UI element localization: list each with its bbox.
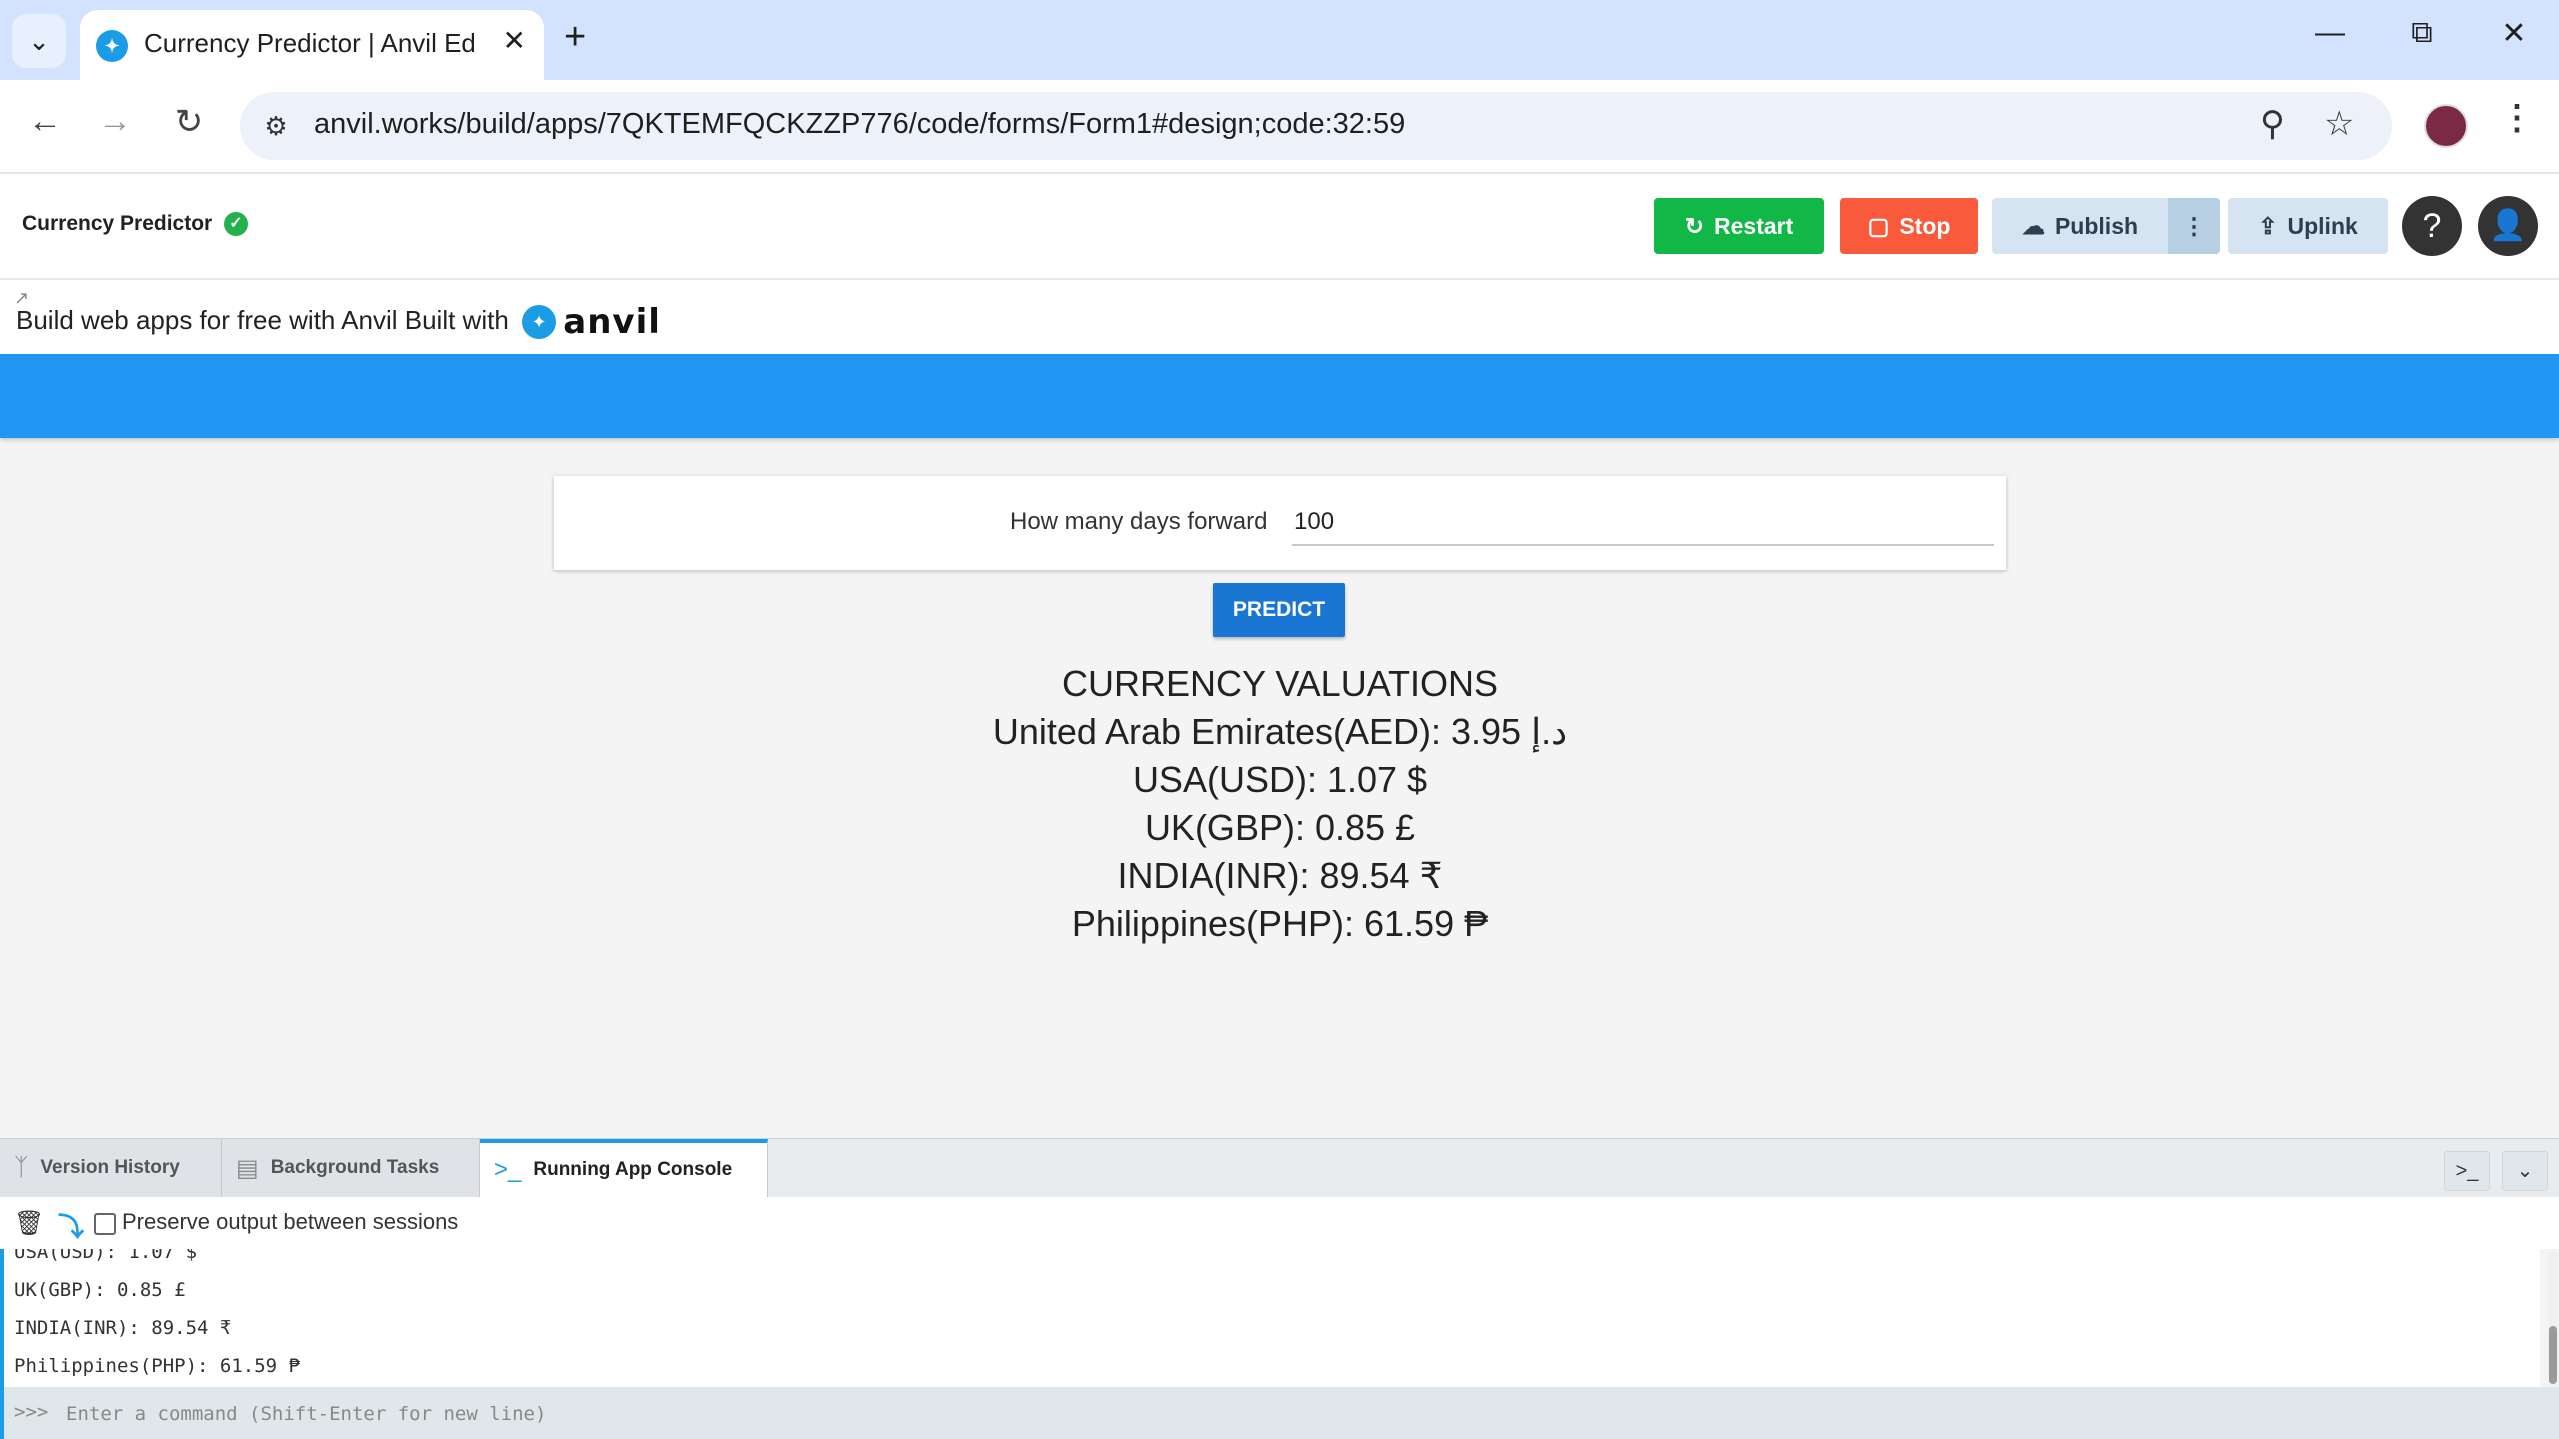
anvil-logo-icon: ✦ bbox=[522, 305, 557, 339]
banner-text: Build web apps for free with Anvil Built… bbox=[16, 304, 509, 335]
close-window-icon[interactable]: ✕ bbox=[2484, 16, 2544, 51]
cloud-upload-icon: ☁ bbox=[2021, 212, 2045, 239]
browser-toolbar: ← → ↻ ⚙ anvil.works/build/apps/7QKTEMFQC… bbox=[0, 80, 2559, 174]
console-prompt: >>> bbox=[14, 1401, 49, 1423]
currency-valuations-output: CURRENCY VALUATIONS United Arab Emirates… bbox=[780, 660, 1780, 948]
preserve-output-label: Preserve output between sessions bbox=[122, 1209, 459, 1234]
browser-tab-strip: ⌄ ✦ Currency Predictor | Anvil Editor ✕ … bbox=[0, 0, 2559, 80]
console-terminal-icon[interactable]: >_ bbox=[2444, 1151, 2490, 1191]
tab-running-app-console[interactable]: >_ Running App Console bbox=[480, 1139, 768, 1197]
banner-text-row[interactable]: Build web apps for free with Anvil Built… bbox=[16, 302, 661, 342]
console-command-input[interactable] bbox=[64, 1395, 2468, 1433]
help-button[interactable]: ? bbox=[2402, 196, 2462, 256]
app-name: Currency Predictor bbox=[22, 212, 213, 235]
tab-label: Running App Console bbox=[533, 1159, 733, 1180]
zoom-magnifier-icon[interactable]: ⚲ bbox=[2260, 104, 2285, 144]
url-text[interactable]: anvil.works/build/apps/7QKTEMFQCKZZP776/… bbox=[314, 108, 1405, 141]
saved-check-icon: ✓ bbox=[224, 212, 248, 236]
tab-background-tasks[interactable]: ▤ Background Tasks bbox=[222, 1139, 480, 1197]
app-navbar bbox=[0, 354, 2559, 438]
profile-avatar[interactable] bbox=[2424, 104, 2468, 148]
bookmark-star-icon[interactable]: ☆ bbox=[2324, 104, 2354, 144]
console-output: USA(USD): 1.07 $ UK(GBP): 0.85 £ INDIA(I… bbox=[0, 1249, 2540, 1387]
terminal-prompt-icon: >_ bbox=[494, 1156, 522, 1183]
server-stack-icon: ▤ bbox=[236, 1154, 259, 1182]
console-line: INDIA(INR): 89.54 ₹ bbox=[14, 1317, 232, 1339]
publish-button[interactable]: ☁ Publish bbox=[1992, 198, 2168, 254]
restart-icon: ↻ bbox=[1684, 212, 1704, 239]
console-line: USA(USD): 1.07 $ bbox=[14, 1249, 198, 1263]
clear-trash-icon[interactable]: 🗑 bbox=[14, 1209, 44, 1238]
tab-close-icon[interactable]: ✕ bbox=[503, 24, 526, 57]
restart-button[interactable]: ↻ Restart bbox=[1654, 198, 1824, 254]
collapse-panel-chevron-icon[interactable]: ⌄ bbox=[2502, 1151, 2548, 1191]
console-command-row: >>> bbox=[0, 1387, 2559, 1439]
tab-search-chevron-icon[interactable]: ⌄ bbox=[12, 14, 66, 68]
anvil-favicon-icon: ✦ bbox=[96, 30, 128, 62]
browser-menu-icon[interactable]: ⋮ bbox=[2500, 98, 2534, 138]
uplink-label: Uplink bbox=[2287, 212, 2358, 239]
anvil-logo-text: anvil bbox=[563, 302, 661, 342]
preserve-output-checkbox[interactable] bbox=[94, 1213, 116, 1235]
anvil-editor-header: Currency Predictor ✓ ↻ Restart ▢ Stop ☁ … bbox=[0, 174, 2559, 280]
user-account-icon[interactable]: 👤 bbox=[2478, 196, 2538, 256]
result-line-gbp: UK(GBP): 0.85 £ bbox=[1144, 807, 1416, 848]
site-info-icon[interactable]: ⚙ bbox=[256, 106, 296, 146]
publish-label: Publish bbox=[2054, 212, 2139, 239]
address-bar[interactable]: ⚙ anvil.works/build/apps/7QKTEMFQCKZZP77… bbox=[240, 92, 2392, 160]
back-arrow-icon[interactable]: ← bbox=[20, 102, 70, 141]
input-card: How many days forward bbox=[554, 476, 2006, 570]
console-scrollbar-thumb[interactable] bbox=[2549, 1326, 2557, 1384]
reload-icon[interactable]: ↻ bbox=[164, 102, 214, 142]
publish-more-options-icon[interactable]: ⋮ bbox=[2168, 198, 2220, 254]
bottom-panel-tabs: ᛉ Version History ▤ Background Tasks >_ … bbox=[0, 1138, 2559, 1198]
restore-window-icon[interactable]: ⧉ bbox=[2392, 16, 2452, 50]
console-line: Philippines(PHP): 61.59 ₱ bbox=[14, 1355, 300, 1377]
new-tab-icon[interactable]: + bbox=[564, 16, 586, 59]
browser-tab[interactable]: ✦ Currency Predictor | Anvil Editor ✕ bbox=[80, 10, 544, 80]
stop-square-icon: ▢ bbox=[1867, 212, 1890, 239]
scroll-to-bottom-icon[interactable]: ⤵ bbox=[58, 1207, 84, 1244]
result-line-php: Philippines(PHP): 61.59 ₱ bbox=[1071, 903, 1489, 944]
tab-label: Background Tasks bbox=[270, 1157, 440, 1178]
days-forward-label: How many days forward bbox=[1010, 508, 1268, 535]
restart-label: Restart bbox=[1714, 212, 1794, 239]
predict-button[interactable]: PREDICT bbox=[1213, 583, 1345, 637]
tab-title: Currency Predictor | Anvil Editor bbox=[144, 28, 474, 58]
result-line-usd: USA(USD): 1.07 $ bbox=[1132, 759, 1428, 800]
tab-version-history[interactable]: ᛉ Version History bbox=[0, 1139, 222, 1197]
forward-arrow-icon[interactable]: → bbox=[90, 102, 140, 141]
console-line: UK(GBP): 0.85 £ bbox=[14, 1279, 186, 1301]
days-forward-input[interactable] bbox=[1292, 500, 1994, 546]
console-toolbar: 🗑 ⤵ Preserve output between sessions bbox=[0, 1197, 2559, 1249]
git-branch-icon: ᛉ bbox=[14, 1154, 29, 1181]
stop-button[interactable]: ▢ Stop bbox=[1840, 198, 1978, 254]
uplink-button[interactable]: ⇪ Uplink bbox=[2228, 198, 2388, 254]
results-title: CURRENCY VALUATIONS bbox=[1061, 663, 1499, 704]
upload-icon: ⇪ bbox=[2258, 212, 2278, 239]
tab-label: Version History bbox=[40, 1157, 180, 1178]
minimize-icon[interactable]: — bbox=[2300, 16, 2360, 50]
built-with-anvil-banner: ↗ Build web apps for free with Anvil Bui… bbox=[0, 280, 2559, 354]
result-line-inr: INDIA(INR): 89.54 ₹ bbox=[1117, 855, 1443, 896]
stop-label: Stop bbox=[1899, 212, 1951, 239]
result-line-aed: United Arab Emirates(AED): 3.95 د.إ bbox=[992, 711, 1568, 752]
